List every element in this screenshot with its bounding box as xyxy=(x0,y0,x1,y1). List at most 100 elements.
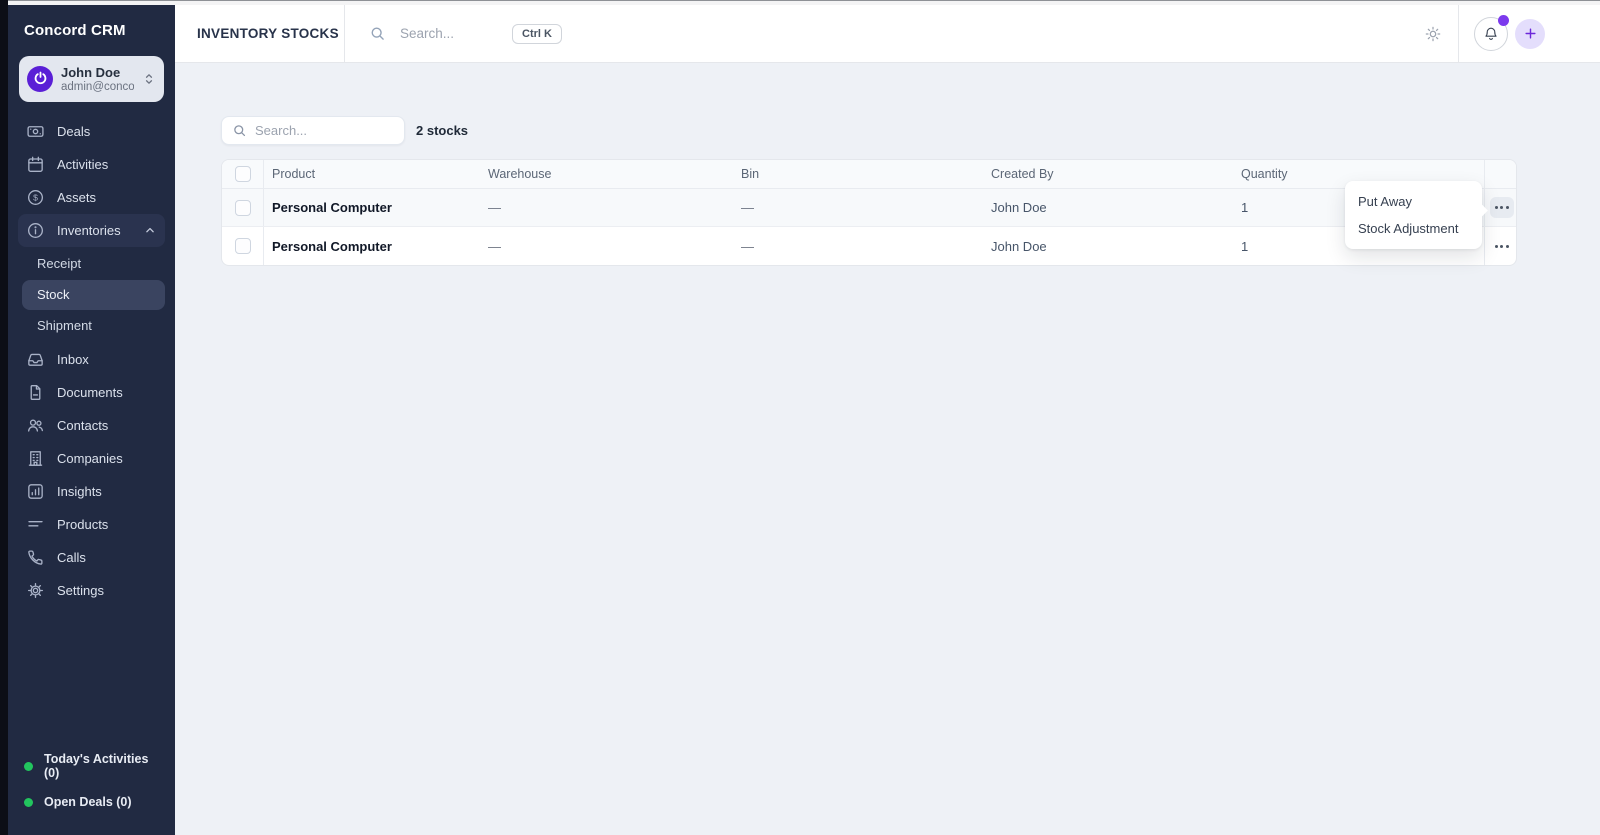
plus-icon xyxy=(1523,26,1538,41)
sidebar-subitem-receipt[interactable]: Receipt xyxy=(22,249,165,279)
main-content: 2 stocks Product Warehouse Bin Created B… xyxy=(175,63,1600,835)
column-header-bin[interactable]: Bin xyxy=(733,167,983,181)
sidebar-item-inbox[interactable]: Inbox xyxy=(18,343,165,376)
stocks-count: 2 stocks xyxy=(416,123,468,138)
bar-chart-icon xyxy=(26,482,45,501)
search-icon xyxy=(369,25,386,42)
user-menu[interactable]: John Doe admin@conco... xyxy=(19,56,164,102)
bin-cell: — xyxy=(733,239,983,254)
dollar-circle-icon: $ xyxy=(26,188,45,207)
brand-logo: Concord CRM xyxy=(8,5,175,54)
sidebar-item-label: Contacts xyxy=(57,418,108,433)
row-checkbox[interactable] xyxy=(235,238,251,254)
sidebar-item-assets[interactable]: $ Assets xyxy=(18,181,165,214)
product-link[interactable]: Personal Computer xyxy=(272,239,392,254)
document-icon xyxy=(26,383,45,402)
list-icon xyxy=(26,515,45,534)
bin-cell: — xyxy=(733,200,983,215)
users-icon xyxy=(26,416,45,435)
info-circle-icon xyxy=(26,221,45,240)
sidebar-footer: Today's Activities (0) Open Deals (0) xyxy=(8,738,175,835)
create-button[interactable] xyxy=(1515,19,1545,49)
table-row[interactable]: Personal Computer — — John Doe 1 xyxy=(222,189,1516,227)
menu-item-stock-adjustment[interactable]: Stock Adjustment xyxy=(1345,215,1482,242)
sidebar-item-label: Insights xyxy=(57,484,102,499)
sidebar-item-label: Products xyxy=(57,517,108,532)
stocks-table: Product Warehouse Bin Created By Quantit… xyxy=(221,159,1517,266)
bell-icon xyxy=(1483,26,1499,42)
user-email: admin@conco... xyxy=(61,81,134,93)
sidebar-item-label: Deals xyxy=(57,124,90,139)
sidebar-nav: Deals Activities $ Assets xyxy=(8,115,175,607)
sidebar-item-label: Inbox xyxy=(57,352,89,367)
sidebar-item-activities[interactable]: Activities xyxy=(18,148,165,181)
open-deals-link[interactable]: Open Deals (0) xyxy=(24,795,159,809)
row-actions-button[interactable] xyxy=(1490,236,1514,257)
column-header-warehouse[interactable]: Warehouse xyxy=(480,167,733,181)
column-header-product[interactable]: Product xyxy=(264,167,480,181)
sidebar-item-label: Companies xyxy=(57,451,123,466)
topbar: INVENTORY STOCKS Ctrl K xyxy=(175,5,1600,63)
sidebar-subitem-stock[interactable]: Stock xyxy=(22,280,165,310)
inbox-icon xyxy=(26,350,45,369)
power-icon xyxy=(33,71,48,86)
table-row[interactable]: Personal Computer — — John Doe 1 xyxy=(222,227,1516,265)
banknote-icon xyxy=(26,122,45,141)
window-left-edge xyxy=(0,0,8,835)
row-checkbox[interactable] xyxy=(235,200,251,216)
created-by-cell: John Doe xyxy=(983,239,1233,254)
sidebar-item-calls[interactable]: Calls xyxy=(18,541,165,574)
menu-item-put-away[interactable]: Put Away xyxy=(1345,188,1482,215)
row-actions-button[interactable] xyxy=(1490,197,1514,218)
sidebar: Concord CRM John Doe admin@conco... Deal… xyxy=(8,5,175,835)
search-icon xyxy=(232,123,247,138)
notification-badge xyxy=(1498,15,1509,26)
phone-icon xyxy=(26,548,45,567)
global-search-input[interactable] xyxy=(400,26,512,41)
sidebar-item-inventories[interactable]: Inventories xyxy=(18,214,165,247)
notifications-button[interactable] xyxy=(1474,17,1508,51)
select-all-checkbox[interactable] xyxy=(235,166,251,182)
inventories-submenu: Receipt Stock Shipment xyxy=(22,249,165,341)
svg-text:$: $ xyxy=(33,192,38,202)
sidebar-item-label: Settings xyxy=(57,583,104,598)
theme-toggle-button[interactable] xyxy=(1408,25,1458,43)
sidebar-item-label: Inventories xyxy=(57,223,121,238)
user-name: John Doe xyxy=(61,65,134,81)
warehouse-cell: — xyxy=(480,239,733,254)
table-search-input[interactable] xyxy=(255,123,394,138)
sidebar-item-insights[interactable]: Insights xyxy=(18,475,165,508)
sidebar-item-label: Activities xyxy=(57,157,108,172)
topbar-divider xyxy=(1458,5,1459,62)
gear-icon xyxy=(26,581,45,600)
sidebar-item-products[interactable]: Products xyxy=(18,508,165,541)
table-header-row: Product Warehouse Bin Created By Quantit… xyxy=(222,160,1516,189)
keyboard-shortcut-badge: Ctrl K xyxy=(512,24,562,44)
global-search[interactable]: Ctrl K xyxy=(345,5,562,62)
sidebar-item-companies[interactable]: Companies xyxy=(18,442,165,475)
calendar-icon xyxy=(26,155,45,174)
created-by-cell: John Doe xyxy=(983,200,1233,215)
page-title: INVENTORY STOCKS xyxy=(197,26,339,41)
column-header-created-by[interactable]: Created By xyxy=(983,167,1233,181)
sidebar-item-label: Documents xyxy=(57,385,123,400)
green-status-dot xyxy=(24,798,33,807)
green-status-dot xyxy=(24,762,33,771)
column-header-quantity[interactable]: Quantity xyxy=(1233,167,1484,181)
building-icon xyxy=(26,449,45,468)
sidebar-item-settings[interactable]: Settings xyxy=(18,574,165,607)
table-search[interactable] xyxy=(221,116,405,145)
sidebar-item-label: Assets xyxy=(57,190,96,205)
sidebar-item-contacts[interactable]: Contacts xyxy=(18,409,165,442)
sidebar-item-deals[interactable]: Deals xyxy=(18,115,165,148)
row-actions-menu: Put Away Stock Adjustment xyxy=(1345,181,1482,249)
sidebar-item-label: Calls xyxy=(57,550,86,565)
product-link[interactable]: Personal Computer xyxy=(272,200,392,215)
sidebar-item-documents[interactable]: Documents xyxy=(18,376,165,409)
sidebar-subitem-shipment[interactable]: Shipment xyxy=(22,311,165,341)
todays-activities-link[interactable]: Today's Activities (0) xyxy=(24,752,159,780)
avatar xyxy=(27,66,53,92)
column-header-actions xyxy=(1484,160,1517,188)
warehouse-cell: — xyxy=(480,200,733,215)
sun-icon xyxy=(1424,25,1442,43)
